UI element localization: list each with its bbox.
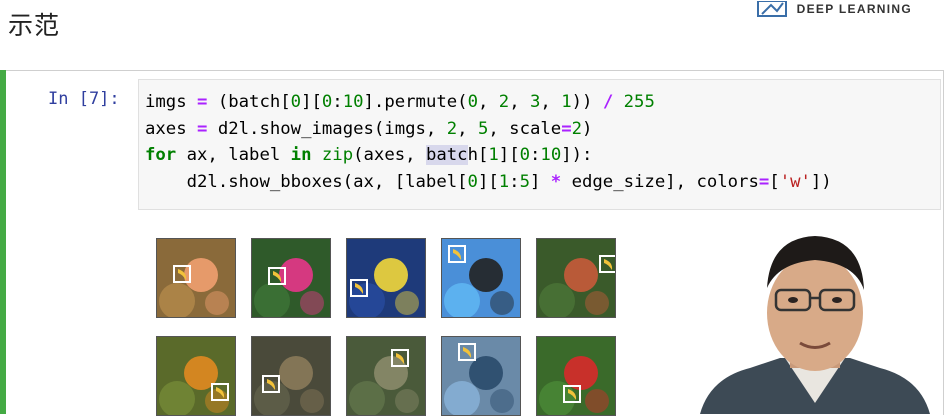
code-number: 0: [467, 171, 478, 192]
output-image-garden-fence: [536, 238, 616, 318]
code-operator: =: [197, 118, 208, 139]
output-image-lake-landscape: [441, 336, 521, 416]
banana-icon: [453, 249, 462, 260]
presenter-video-overlay: [690, 228, 940, 414]
code-token: ]):: [561, 145, 593, 165]
banana-icon: [355, 283, 364, 294]
banana-icon: [178, 269, 187, 280]
code-number: 2: [498, 92, 510, 112]
code-token: , scale: [488, 118, 562, 139]
code-token: )): [571, 92, 603, 112]
code-operator: /: [602, 92, 614, 112]
brand-logo-icon: [756, 1, 787, 17]
code-token: [: [769, 171, 780, 192]
code-number: 0: [519, 145, 531, 165]
code-token: ]: [529, 171, 551, 192]
code-number: 255: [623, 92, 655, 112]
code-token: :: [332, 92, 343, 112]
bounding-box: [173, 265, 191, 283]
bounding-box: [599, 255, 615, 273]
code-token: d2l.show_images(imgs,: [207, 118, 447, 139]
code-token: ][: [498, 145, 520, 165]
code-number: 10: [342, 92, 364, 112]
code-number: 5: [519, 171, 530, 192]
code-token: ax, label: [176, 145, 291, 165]
code-number: 3: [530, 92, 541, 112]
code-token: ][: [301, 92, 322, 112]
code-token: ].permute(: [363, 92, 468, 112]
bounding-box: [350, 279, 368, 297]
code-number: 2: [446, 118, 458, 139]
output-image-autumn-tree: [156, 336, 236, 416]
code-operator: =: [561, 118, 572, 139]
banana-icon: [216, 387, 225, 398]
code-token: d2l.show_bboxes(ax, [label[: [145, 171, 468, 192]
banana-icon: [267, 379, 276, 390]
code-operator: *: [550, 171, 562, 192]
code-token: ,: [477, 92, 499, 112]
bounding-box: [268, 267, 286, 285]
code-number: 1: [561, 92, 572, 112]
code-text[interactable]: imgs = (batch[0][0:10].permute(0, 2, 3, …: [145, 89, 832, 195]
banana-icon: [568, 389, 577, 400]
code-number: 0: [467, 92, 478, 112]
code-builtin: zip: [321, 145, 354, 165]
bounding-box: [448, 245, 466, 263]
brand-text: DEEP LEARNING: [796, 2, 912, 16]
code-token: h[: [467, 145, 489, 165]
code-token: :: [509, 171, 520, 192]
code-token: ,: [540, 92, 562, 112]
cell-selected-indicator: [0, 70, 6, 414]
code-token: ]): [810, 171, 832, 192]
code-number: 5: [477, 118, 489, 139]
code-token: ,: [509, 92, 530, 112]
code-keyword: in: [290, 145, 312, 165]
bounding-box: [211, 383, 229, 401]
output-image-red-flower-leaves: [536, 336, 616, 416]
code-number: 0: [321, 92, 333, 112]
code-operator: =: [758, 171, 770, 192]
code-token: ): [582, 118, 593, 139]
code-token: ,: [457, 118, 478, 139]
code-number: 0: [290, 92, 302, 112]
slide-title: 示范: [8, 11, 61, 40]
code-token: edge_size], colors: [561, 171, 759, 192]
code-number: 10: [540, 145, 562, 165]
output-image-orange-flower: [156, 238, 236, 318]
code-number: 1: [498, 171, 510, 192]
banana-icon: [463, 347, 472, 358]
code-token: axes: [145, 118, 198, 139]
code-token: :: [530, 145, 541, 165]
output-image-yellow-flower: [346, 238, 426, 318]
output-image-forest-tree: [346, 336, 426, 416]
code-token: ][: [477, 171, 499, 192]
bounding-box: [391, 349, 409, 367]
code-number: 2: [571, 118, 583, 139]
code-selection-highlight: batc: [425, 145, 468, 165]
cell-prompt: In [7]:: [48, 89, 120, 109]
banana-icon: [396, 353, 405, 364]
bounding-box: [458, 343, 476, 361]
output-image-leopard: [251, 336, 331, 416]
bounding-box: [563, 385, 581, 403]
code-operator: =: [197, 92, 208, 112]
code-string: 'w': [779, 171, 811, 192]
code-token: (batch[: [207, 92, 291, 112]
brand-logo-block: DEEP LEARNING: [756, 0, 912, 18]
banana-icon: [273, 271, 282, 282]
code-keyword: for: [145, 145, 177, 165]
output-image-bird-on-wire: [441, 238, 521, 318]
code-editor[interactable]: imgs = (batch[0][0:10].permute(0, 2, 3, …: [138, 79, 941, 210]
code-token: (axes,: [353, 145, 426, 165]
bounding-box: [262, 375, 280, 393]
banana-icon: [604, 259, 613, 270]
output-image-pink-hibiscus: [251, 238, 331, 318]
code-number: 1: [488, 145, 499, 165]
code-token: imgs: [145, 92, 198, 112]
